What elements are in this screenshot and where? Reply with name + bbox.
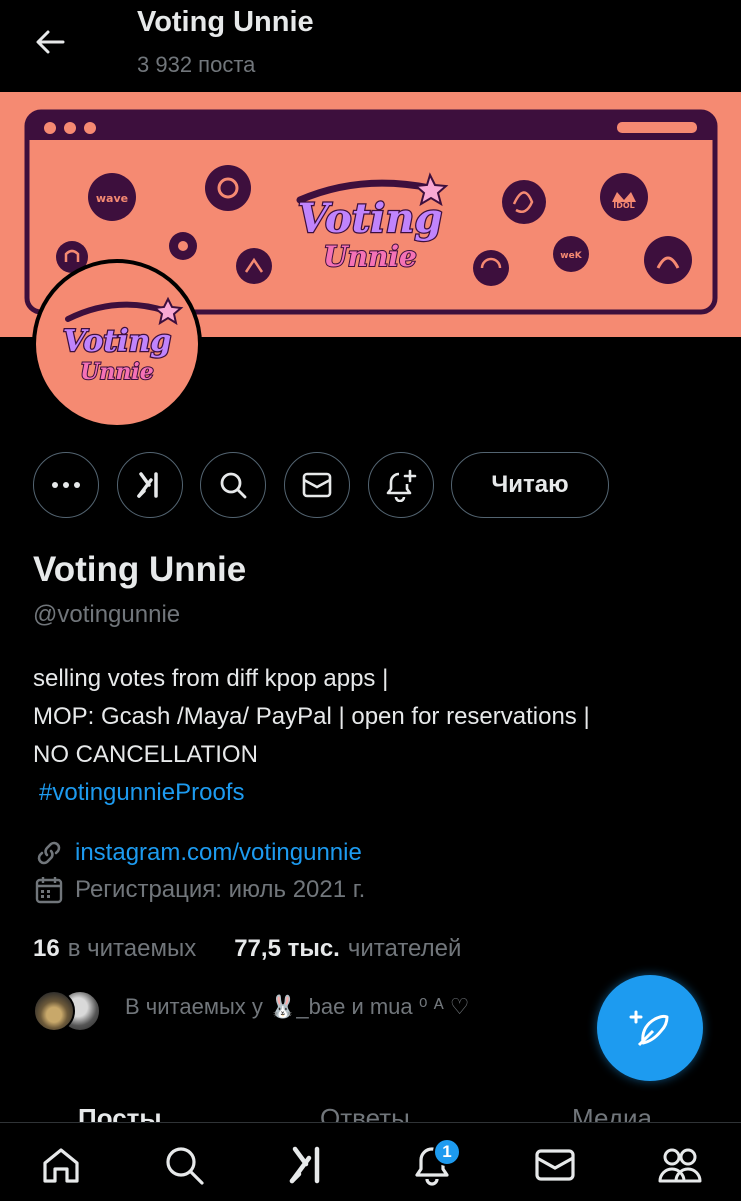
bell-plus-icon [386, 469, 417, 502]
header-title: Voting Unnie [137, 6, 314, 38]
banner-idol-label: IDOL [613, 201, 635, 210]
nav-messages[interactable] [531, 1141, 579, 1189]
bio-line: NO CANCELLATION [33, 741, 258, 768]
mail-icon [535, 1149, 575, 1181]
more-button[interactable] [33, 452, 99, 518]
joined-text: Регистрация: июль 2021 г. [75, 876, 366, 903]
message-button[interactable] [284, 452, 350, 518]
nav-communities[interactable] [656, 1141, 704, 1189]
top-bar: Voting Unnie 3 932 поста [0, 0, 741, 92]
avatar-logo-text: Voting [63, 324, 172, 359]
website-link[interactable]: instagram.com/votingunnie [75, 839, 362, 867]
avatar-logo-subtext: Unnie [80, 359, 154, 385]
following-button[interactable]: Читаю [451, 452, 609, 518]
more-dots-icon [52, 482, 80, 488]
avatar [33, 990, 75, 1032]
search-icon [166, 1147, 204, 1185]
nav-home[interactable] [37, 1141, 85, 1189]
profile-name: Voting Unnie [33, 550, 247, 589]
avatar-image: Voting Unnie [36, 263, 198, 425]
notification-badge: 1 [433, 1138, 461, 1166]
link-icon [37, 841, 61, 865]
following-label: в читаемых [67, 935, 197, 962]
compose-button[interactable] [597, 975, 703, 1081]
banner-logo-subtext: Unnie [323, 240, 417, 273]
tab-replies[interactable]: Ответы [320, 1103, 410, 1124]
search-icon [220, 472, 247, 499]
banner-logo-text: Voting [298, 195, 443, 242]
home-icon [43, 1148, 79, 1183]
profile-bio: selling votes from diff kpop apps | MOP:… [33, 660, 723, 812]
back-button[interactable] [28, 22, 72, 62]
bio-line: selling votes from diff kpop apps | [33, 665, 389, 692]
nav-search[interactable] [160, 1141, 208, 1189]
tab-media[interactable]: Медиа [572, 1103, 652, 1124]
mail-icon [302, 472, 332, 498]
feather-plus-icon [629, 1010, 669, 1047]
grok-icon [289, 1146, 320, 1184]
followers-count: 77,5 тыс. [234, 935, 340, 962]
followers-label: читателей [347, 935, 462, 962]
profile-website: instagram.com/votingunnie [33, 835, 362, 871]
profile-tabs: Посты Ответы Медиа [0, 1100, 741, 1124]
notify-button[interactable] [368, 452, 434, 518]
tab-posts[interactable]: Посты [78, 1103, 162, 1124]
profile-handle: @votingunnie [33, 601, 181, 628]
bio-hashtag-link[interactable]: #votingunnieProofs [33, 779, 244, 806]
banner-wave-label: wave [96, 192, 128, 205]
follow-stats: 16 в читаемых 77,5 тыс. читателей [33, 935, 461, 963]
arrow-left-icon [36, 30, 65, 54]
search-button[interactable] [200, 452, 266, 518]
following-link[interactable]: 16 в читаемых [33, 935, 196, 963]
bio-line: MOP: Gcash /Maya/ PayPal | open for rese… [33, 703, 590, 730]
grok-button[interactable] [117, 452, 183, 518]
profile-joined: Регистрация: июль 2021 г. [33, 872, 365, 908]
banner-wek-label: weK [560, 251, 582, 261]
bottom-navigation [0, 1122, 741, 1201]
header-posts-count: 3 932 поста [137, 52, 256, 77]
communities-icon [658, 1148, 702, 1183]
nav-grok[interactable] [284, 1141, 332, 1189]
following-count: 16 [33, 935, 60, 962]
calendar-icon [35, 877, 63, 904]
followers-link[interactable]: 77,5 тыс. читателей [234, 935, 461, 963]
grok-icon [137, 472, 158, 498]
avatar[interactable]: Voting Unnie [32, 259, 202, 429]
followed-by-text: В читаемых у 🐰_bae и mua ⁰ ᴬ ♡ [125, 994, 470, 1019]
